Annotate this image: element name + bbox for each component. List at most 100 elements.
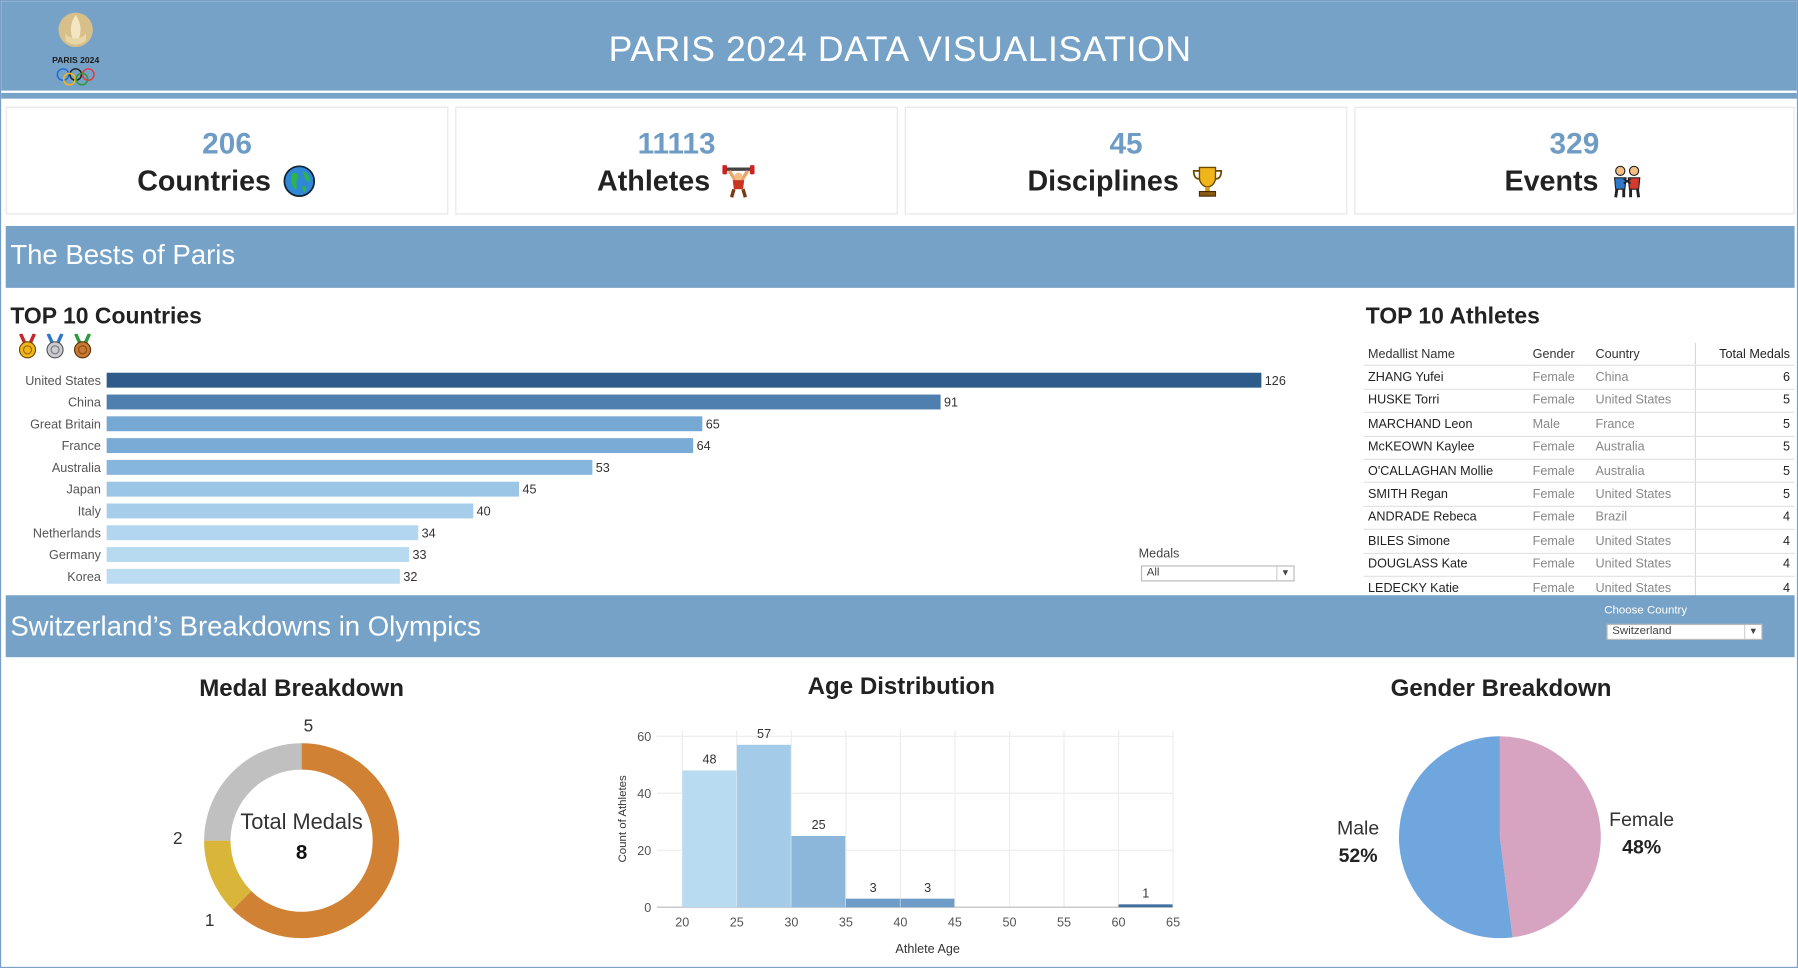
country-cell: United States [1590,482,1696,507]
age-bar-value: 3 [870,881,877,895]
country-bar[interactable] [106,438,694,454]
column-header[interactable]: Medallist Name [1363,342,1529,367]
age-bar[interactable] [736,744,791,908]
total-medals-cell: 5 [1695,412,1795,437]
column-header[interactable]: Total Medals [1695,342,1795,367]
x-tick-label: 20 [675,916,689,930]
country-tick-label: United States [25,374,101,388]
country-cell: Australia [1590,435,1696,460]
country-bar[interactable] [106,459,593,475]
country-tick-label: Germany [49,548,102,562]
kpi-label: Disciplines [1027,164,1179,197]
section-country-band: Switzerland’s Breakdowns in Olympics Cho… [5,595,1795,658]
pie-slice-male[interactable] [1398,736,1513,939]
donut-value-label: 5 [304,716,314,736]
pie-slice-female[interactable] [1499,736,1601,938]
bar-value-label: 33 [413,548,427,562]
table-row[interactable]: DOUGLASS Kate Female United States 4 [1363,552,1795,577]
weightlifter-icon [722,165,755,198]
kpi-value: 206 [202,126,252,161]
page-title: PARIS 2024 DATA VISUALISATION [608,28,1192,69]
chevron-down-icon[interactable]: ▼ [1276,566,1293,581]
y-tick-label: 40 [637,787,651,801]
y-tick-label: 0 [644,901,651,915]
total-medals-cell: 4 [1695,552,1795,577]
column-header[interactable]: Country [1590,342,1696,367]
section-title: Switzerland’s Breakdowns in Olympics [10,611,481,643]
age-bar[interactable] [682,770,737,908]
bar-value-label: 32 [403,570,417,584]
country-bar[interactable] [106,416,703,432]
medals-filter-value: All [1146,566,1160,580]
country-cell: Brazil [1590,506,1696,531]
y-axis-title: Count of Athletes [617,775,629,863]
kpi-value: 45 [1109,126,1143,161]
country-filter-value: Switzerland [1612,625,1672,638]
silver-medal-icon [46,333,64,359]
top-athletes-panel: TOP 10 Athletes Medallist Name Gender Co… [1361,294,1795,601]
age-bar[interactable] [1118,904,1173,908]
gender-cell: Female [1528,506,1591,531]
bar-value-label: 64 [697,439,711,453]
age-bar[interactable] [791,835,846,908]
pie-slice-label: Female [1609,809,1674,831]
gender-breakdown-panel: Gender Breakdown Female 48% Male 52% [1207,668,1795,960]
donut-center-value: 8 [295,840,308,864]
table-row[interactable]: O'CALLAGHAN Mollie Female Australia 5 [1363,459,1795,484]
pie-slice-label: Male [1337,818,1379,840]
gender-cell: Female [1528,389,1591,414]
table-row[interactable]: MARCHAND Leon Male France 5 [1363,412,1795,437]
bar-value-label: 126 [1265,374,1286,388]
country-bar[interactable] [106,372,1262,388]
age-bar-value: 1 [1142,886,1149,900]
total-medals-cell: 6 [1695,365,1795,390]
table-row[interactable]: ZHANG Yufei Female China 6 [1363,365,1795,390]
table-row[interactable]: SMITH Regan Female United States 5 [1363,482,1795,507]
kpi-value: 11113 [637,126,716,161]
total-medals-cell: 5 [1695,389,1795,414]
medal-legend [15,333,95,359]
bar-value-label: 45 [522,483,536,497]
country-bar[interactable] [106,525,419,541]
table-row[interactable]: McKEOWN Kaylee Female Australia 5 [1363,435,1795,460]
gender-cell: Female [1528,459,1591,484]
table-row[interactable]: HUSKE Torri Female United States 5 [1363,389,1795,414]
top-athletes-table: Medallist Name Gender Country Total Meda… [1363,342,1795,601]
country-bar[interactable] [106,503,474,519]
athlete-name-cell: ANDRADE Rebeca [1363,506,1529,531]
chevron-down-icon[interactable]: ▼ [1744,625,1761,639]
country-bar[interactable] [106,547,410,562]
paris-2024-logo: PARIS 2024 [33,10,120,86]
section-title: The Bests of Paris [10,239,236,271]
country-bar[interactable] [106,481,520,497]
country-bar[interactable] [106,394,941,410]
country-cell: France [1590,412,1696,437]
medals-filter-dropdown[interactable]: All ▼ [1140,565,1295,582]
age-bar-value: 3 [924,881,931,895]
total-medals-cell: 5 [1695,482,1795,507]
country-bar[interactable] [106,568,400,584]
age-bar[interactable] [900,898,955,908]
x-tick-label: 45 [948,916,962,930]
country-filter-dropdown[interactable]: Switzerland ▼ [1606,623,1763,640]
age-bar[interactable] [845,898,900,908]
trophy-icon [1192,166,1223,197]
athlete-name-cell: SMITH Regan [1363,482,1529,507]
table-row[interactable]: ANDRADE Rebeca Female Brazil 4 [1363,506,1795,531]
gender-cell: Female [1528,365,1591,390]
gender-cell: Female [1528,435,1591,460]
kpi-card-disciplines: 45 Disciplines [904,106,1348,215]
age-bar-value: 57 [757,727,771,741]
globe-icon [283,165,316,197]
country-tick-label: Korea [67,570,102,584]
country-tick-label: Japan [67,483,101,497]
gender-pie-chart: Female 48% Male 52% [1337,736,1674,939]
country-cell: United States [1590,552,1696,577]
pie-slice-percent: 48% [1622,837,1661,859]
table-header-row: Medallist Name Gender Country Total Meda… [1363,342,1795,367]
x-tick-label: 60 [1112,916,1126,930]
table-row[interactable]: BILES Simone Female United States 4 [1363,529,1795,554]
total-medals-cell: 4 [1695,506,1795,531]
bar-value-label: 53 [596,461,610,475]
column-header[interactable]: Gender [1528,342,1591,367]
